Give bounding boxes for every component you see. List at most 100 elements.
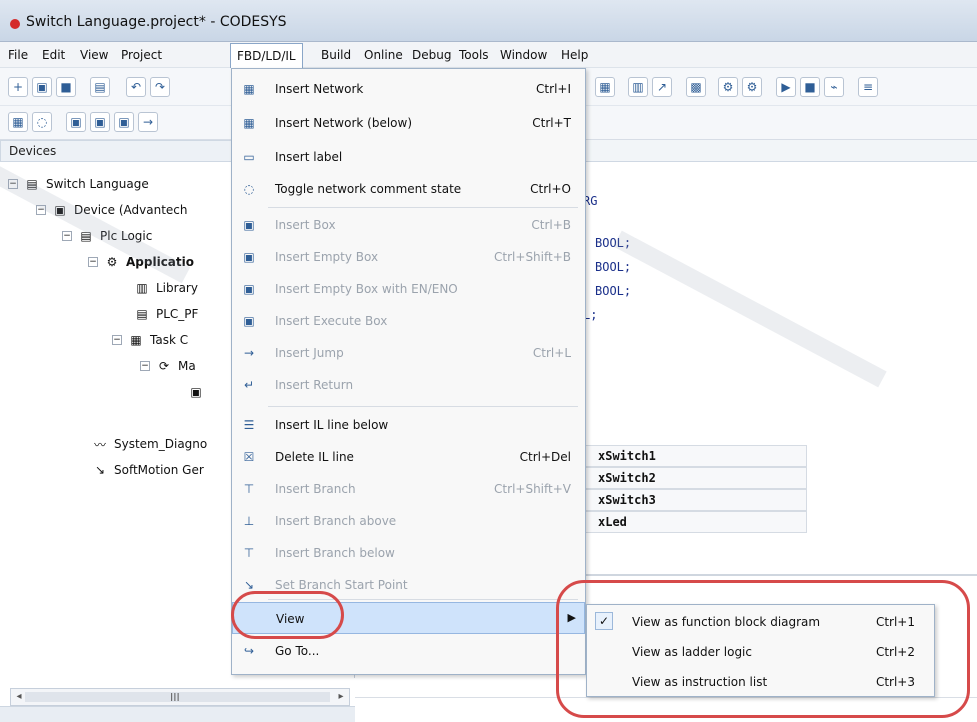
build-icon[interactable]: ▥ bbox=[628, 77, 648, 97]
run-icon[interactable]: ▶ bbox=[776, 77, 796, 97]
tree-item-task-config[interactable]: − ▦ Task C bbox=[112, 328, 188, 352]
collapse-icon[interactable]: − bbox=[88, 257, 98, 267]
variable-row: xSwitch3 bbox=[585, 489, 807, 511]
menu-insert-branch-above[interactable]: ⊥ Insert Branch above bbox=[232, 505, 585, 537]
network-icon[interactable]: ▦ bbox=[8, 112, 28, 132]
print-icon[interactable]: ▤ bbox=[90, 77, 110, 97]
menu-insert-execute-box[interactable]: ▣ Insert Execute Box bbox=[232, 305, 585, 337]
menu-insert-branch-below[interactable]: ⊤ Insert Branch below bbox=[232, 537, 585, 569]
menu-fbd-ld-il[interactable]: FBD/LD/IL bbox=[230, 43, 303, 68]
menu-item-shortcut: Ctrl+Shift+V bbox=[494, 482, 571, 496]
scroll-left-icon[interactable]: ◂ bbox=[13, 691, 25, 703]
comment-icon[interactable]: ◌ bbox=[32, 112, 52, 132]
application-icon: ⚙ bbox=[106, 255, 118, 269]
menu-item-shortcut: Ctrl+Shift+B bbox=[494, 250, 571, 264]
logout-icon[interactable]: ⚙ bbox=[742, 77, 762, 97]
submenu-highlight-ring bbox=[556, 580, 970, 718]
menu-insert-return[interactable]: ↵ Insert Return bbox=[232, 369, 585, 401]
menu-window[interactable]: Window bbox=[500, 48, 547, 62]
bottom-panel-strip bbox=[0, 706, 355, 722]
tree-item-library[interactable]: ▥ Library bbox=[134, 276, 198, 300]
scroll-right-icon[interactable]: ▸ bbox=[335, 691, 347, 703]
softmotion-icon: ↘ bbox=[94, 463, 106, 477]
box-icon-3[interactable]: ▣ bbox=[114, 112, 134, 132]
settings-icon[interactable]: ⌁ bbox=[824, 77, 844, 97]
insert-il-line-icon: ☰ bbox=[243, 418, 255, 432]
menu-item-shortcut: Ctrl+O bbox=[530, 182, 571, 196]
menu-go-to[interactable]: ↪ Go To... bbox=[232, 635, 585, 667]
insert-label-icon: ▭ bbox=[243, 150, 255, 164]
menu-insert-empty-box-en-eno[interactable]: ▣ Insert Empty Box with EN/ENO bbox=[232, 273, 585, 305]
redo-icon[interactable]: ↷ bbox=[150, 77, 170, 97]
tree-item-pou[interactable]: ▣ bbox=[188, 380, 210, 404]
arrow-right-icon[interactable]: → bbox=[138, 112, 158, 132]
menu-insert-box[interactable]: ▣ Insert Box Ctrl+B bbox=[232, 209, 585, 241]
menu-separator bbox=[268, 406, 578, 407]
menu-item-label: Insert Branch bbox=[275, 482, 356, 496]
scroll-thumb[interactable]: III bbox=[25, 691, 330, 704]
code-line: BOOL; bbox=[595, 284, 632, 298]
task-config-icon: ▦ bbox=[130, 333, 142, 347]
menu-item-shortcut: Ctrl+Del bbox=[519, 450, 571, 464]
variable-name: xLed bbox=[598, 515, 627, 529]
menu-item-label: Insert label bbox=[275, 150, 343, 164]
tree-item-label: Ma bbox=[178, 359, 196, 373]
toggle-comment-icon: ◌ bbox=[243, 182, 255, 196]
menu-item-shortcut: Ctrl+B bbox=[531, 218, 571, 232]
collapse-icon[interactable]: − bbox=[62, 231, 72, 241]
library-icon: ▥ bbox=[136, 281, 148, 295]
menu-online[interactable]: Online bbox=[364, 48, 403, 62]
stop-icon[interactable]: ■ bbox=[800, 77, 820, 97]
menu-delete-il-line[interactable]: ☒ Delete IL line Ctrl+Del bbox=[232, 441, 585, 473]
tree-item-system-diagnostics[interactable]: 〰 System_Diagno bbox=[92, 432, 207, 456]
login-icon[interactable]: ⚙ bbox=[718, 77, 738, 97]
menu-debug[interactable]: Debug bbox=[412, 48, 451, 62]
menu-tools[interactable]: Tools bbox=[459, 48, 489, 62]
save-icon[interactable]: ■ bbox=[56, 77, 76, 97]
menu-build[interactable]: Build bbox=[321, 48, 351, 62]
box-icon[interactable]: ▣ bbox=[66, 112, 86, 132]
menu-insert-label[interactable]: ▭ Insert label bbox=[232, 141, 585, 173]
box-icon-2[interactable]: ▣ bbox=[90, 112, 110, 132]
menu-insert-empty-box[interactable]: ▣ Insert Empty Box Ctrl+Shift+B bbox=[232, 241, 585, 273]
open-folder-icon[interactable]: ▣ bbox=[32, 77, 52, 97]
clipboard-icon[interactable]: ▦ bbox=[595, 77, 615, 97]
menu-item-label: Insert IL line below bbox=[275, 418, 389, 432]
tree-item-plc-pf[interactable]: ▤ PLC_PF bbox=[134, 302, 198, 326]
menu-file[interactable]: File bbox=[8, 48, 28, 62]
menu-item-label: Delete IL line bbox=[275, 450, 354, 464]
undo-icon[interactable]: ↶ bbox=[126, 77, 146, 97]
menu-insert-network[interactable]: ▦ Insert Network Ctrl+I bbox=[232, 73, 585, 105]
collapse-icon[interactable]: − bbox=[112, 335, 122, 345]
pou-icon: ▣ bbox=[190, 385, 202, 399]
menu-item-label: Insert Network bbox=[275, 82, 364, 96]
tree-item-softmotion[interactable]: ↘ SoftMotion Ger bbox=[92, 458, 204, 482]
tree-item-label: Library bbox=[156, 281, 198, 295]
list-icon[interactable]: ≡ bbox=[858, 77, 878, 97]
menu-help[interactable]: Help bbox=[561, 48, 588, 62]
menu-insert-network-below[interactable]: ▦ Insert Network (below) Ctrl+T bbox=[232, 107, 585, 139]
menu-project[interactable]: Project bbox=[121, 48, 162, 62]
menu-view[interactable]: View bbox=[80, 48, 108, 62]
new-file-icon[interactable]: + bbox=[8, 77, 28, 97]
export-icon[interactable]: ↗ bbox=[652, 77, 672, 97]
menu-insert-branch[interactable]: ⊤ Insert Branch Ctrl+Shift+V bbox=[232, 473, 585, 505]
tree-item-label: Task C bbox=[150, 333, 189, 347]
menu-insert-jump[interactable]: → Insert Jump Ctrl+L bbox=[232, 337, 585, 369]
variable-name: xSwitch1 bbox=[598, 449, 656, 463]
menu-edit[interactable]: Edit bbox=[42, 48, 65, 62]
tree-item-main-task[interactable]: − ⟳ Ma bbox=[140, 354, 196, 378]
scroll-thumb-grip: III bbox=[170, 691, 180, 704]
delete-il-line-icon: ☒ bbox=[243, 450, 255, 464]
insert-empty-box-en-eno-icon: ▣ bbox=[243, 282, 255, 296]
menu-item-label: Insert Branch above bbox=[275, 514, 397, 528]
menu-toggle-comment[interactable]: ◌ Toggle network comment state Ctrl+O bbox=[232, 173, 585, 205]
calendar-icon[interactable]: ▩ bbox=[686, 77, 706, 97]
task-icon: ⟳ bbox=[158, 359, 170, 373]
menu-item-label: Insert Return bbox=[275, 378, 354, 392]
app-icon bbox=[10, 19, 20, 29]
menu-item-label: Insert Execute Box bbox=[275, 314, 388, 328]
horizontal-scrollbar[interactable]: ◂ III ▸ bbox=[10, 688, 350, 706]
collapse-icon[interactable]: − bbox=[140, 361, 150, 371]
menu-insert-il-line-below[interactable]: ☰ Insert IL line below bbox=[232, 409, 585, 441]
